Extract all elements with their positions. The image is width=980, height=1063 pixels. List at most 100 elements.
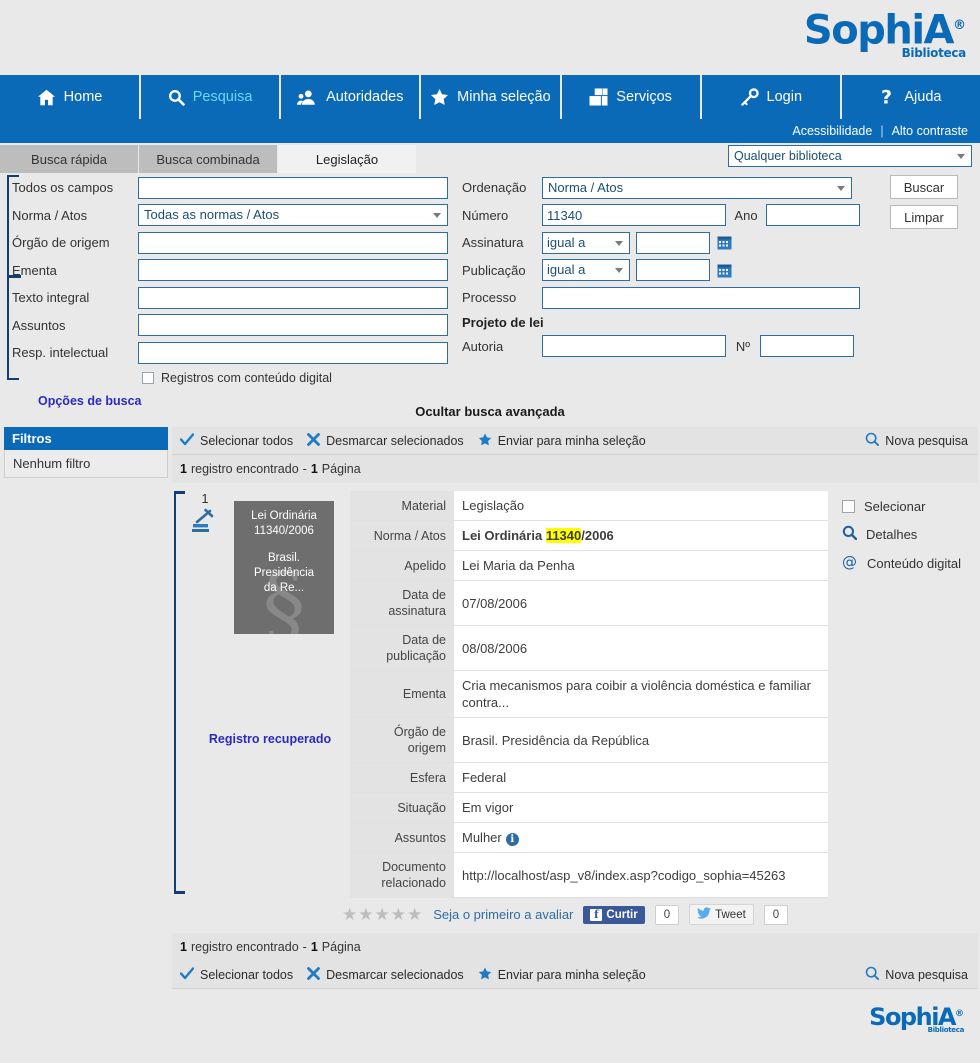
rate-prompt-label[interactable]: Seja o primeiro a avaliar [433,907,573,922]
row-value-documento-relacionado[interactable]: http://localhost/asp_v8/index.asp?codigo… [454,852,828,898]
tab-legislacao[interactable]: Legislação [278,145,417,173]
buscar-button[interactable]: Buscar [890,175,958,199]
question-icon: ? [880,87,896,107]
assinatura-operator-select[interactable]: igual a [542,231,630,254]
nav-item-servicos[interactable]: Serviços [561,75,700,119]
nav-item-minha-selecao-label: Minha seleção [457,89,551,105]
enviar-para-minha-selecao-action-bottom[interactable]: Enviar para minha seleção [478,967,646,983]
record-inner: 1 § Lei Ordinária 11340/2006 Brasil. Pre… [172,491,978,898]
facebook-like-label: Curtir [606,908,638,921]
accessibility-bar: Acessibilidade | Alto contraste [0,119,980,143]
record-detalhes-action[interactable]: Detalhes [842,525,978,543]
row-key-norma-atos: Norma / Atos [350,520,454,551]
enviar-para-minha-selecao-label-bottom: Enviar para minha seleção [497,967,646,982]
nav-item-autoridades[interactable]: Autoridades [281,75,420,119]
assuntos-input[interactable] [138,314,448,337]
facebook-icon: f [590,908,603,921]
results-count-label: registro encontrado [190,462,299,476]
facebook-like-count: 0 [654,904,680,925]
selecionar-todos-action[interactable]: Selecionar todos [179,432,293,449]
norma-suffix: /2006 [581,528,614,543]
assinatura-date-input[interactable] [636,231,710,254]
accessibility-separator: | [880,124,884,138]
digital-content-checkbox-label: Registros com conteúdo digital [161,370,332,385]
nova-pesquisa-action[interactable]: Nova pesquisa [865,432,968,449]
field-processo-label: Processo [462,290,517,306]
limpar-button[interactable]: Limpar [890,205,958,229]
library-select[interactable]: Qualquer biblioteca [728,145,972,167]
alto-contraste-link[interactable]: Alto contraste [892,124,968,138]
logo-registered-mark: ® [953,18,966,33]
facebook-like-button[interactable]: f Curtir [583,905,645,924]
magnifier-icon [842,525,858,543]
selecionar-todos-action-bottom[interactable]: Selecionar todos [179,966,293,983]
main-navigation: Home Pesquisa Autoridades Minha seleção … [0,75,980,119]
checkbox-icon[interactable] [842,500,855,513]
ordenacao-select[interactable]: Norma / Atos [542,176,852,199]
ementa-input[interactable] [138,259,448,282]
nav-item-login-label: Login [766,89,803,105]
acessibilidade-link[interactable]: Acessibilidade [792,124,872,138]
calendar-icon[interactable] [717,235,732,250]
record-conteudo-digital-action[interactable]: @ Conteúdo digital [842,553,978,573]
nav-item-minha-selecao[interactable]: Minha seleção [421,75,560,119]
tab-busca-combinada[interactable]: Busca combinada [139,145,278,173]
tab-busca-rapida-label: Busca rápida [31,151,107,167]
twitter-tweet-button[interactable]: Tweet [689,904,754,925]
row-value-ementa: Cria mecanismos para coibir a violência … [454,670,828,718]
registro-recuperado-label: Registro recuperado [208,732,332,746]
field-ementa-label: Ementa [12,262,57,278]
field-todos-os-campos: Todos os campos [8,175,448,201]
calendar-icon[interactable] [717,263,732,278]
table-row: Assuntos Mulher i [350,822,828,853]
row-value-orgao-origem[interactable]: Brasil. Presidência da República [454,717,828,763]
field-projeto-numero-label: Nº [735,338,751,354]
record-cover-thumbnail[interactable]: § Lei Ordinária 11340/2006 Brasil. Presi… [234,501,334,634]
opcoes-de-busca-link[interactable]: Opções de busca [38,394,448,408]
key-icon [740,87,759,107]
info-icon[interactable]: i [505,833,519,846]
checkbox-icon[interactable] [142,371,154,384]
field-resp-intelectual-label: Resp. intelectual [12,345,109,361]
publicacao-operator-select[interactable]: igual a [542,259,630,282]
row-key-data-assinatura: Data de assinatura [350,580,454,626]
projeto-numero-input[interactable] [760,335,854,358]
nova-pesquisa-action-bottom[interactable]: Nova pesquisa [865,966,968,983]
table-row: Data de assinatura 07/08/2006 [350,580,828,626]
nova-pesquisa-label: Nova pesquisa [885,433,968,448]
nav-item-login[interactable]: Login [701,75,840,119]
nav-item-pesquisa[interactable]: Pesquisa [141,75,280,119]
processo-input[interactable] [542,286,860,309]
desmarcar-selecionados-action[interactable]: Desmarcar selecionados [307,432,464,449]
field-ordenacao-label: Ordenação [462,180,527,196]
tab-busca-rapida[interactable]: Busca rápida [0,145,139,173]
rating-stars[interactable]: ★★★★★ [342,905,423,925]
texto-integral-input[interactable] [138,286,448,309]
todos-os-campos-input[interactable] [138,176,448,199]
autoria-input[interactable] [542,335,726,358]
row-value-material: Legislação [454,491,828,521]
ano-input[interactable] [766,204,860,227]
resp-intelectual-input[interactable] [138,341,448,364]
row-key-orgao-origem: Órgão de origem [350,717,454,763]
results-count-number: 1 [180,462,187,476]
search-tabs-row: Busca rápida Busca combinada Legislação … [0,143,980,173]
table-row: Esfera Federal [350,762,828,793]
record-selecionar-action[interactable]: Selecionar [842,499,978,514]
footer-logo-name: SophiA [869,1003,956,1031]
search-panel: Todos os campos Norma / Atos Todas as no… [0,173,980,408]
nav-item-ajuda[interactable]: ? Ajuda [841,75,980,119]
norma-atos-select[interactable]: Todas as normas / Atos [138,204,448,227]
star-icon [478,433,492,449]
chevron-down-icon [837,185,845,191]
desmarcar-selecionados-action-bottom[interactable]: Desmarcar selecionados [307,966,464,983]
record-social-row: ★★★★★ Seja o primeiro a avaliar f Curtir… [172,898,978,933]
enviar-para-minha-selecao-action[interactable]: Enviar para minha seleção [478,433,646,449]
row-value-assuntos[interactable]: Mulher i [454,822,828,853]
orgao-de-origem-input[interactable] [138,231,448,254]
numero-input[interactable] [542,204,726,227]
nav-item-home[interactable]: Home [0,75,139,119]
field-norma-atos: Norma / Atos Todas as normas / Atos [8,203,448,229]
chevron-down-icon [433,213,441,219]
publicacao-date-input[interactable] [636,259,710,282]
